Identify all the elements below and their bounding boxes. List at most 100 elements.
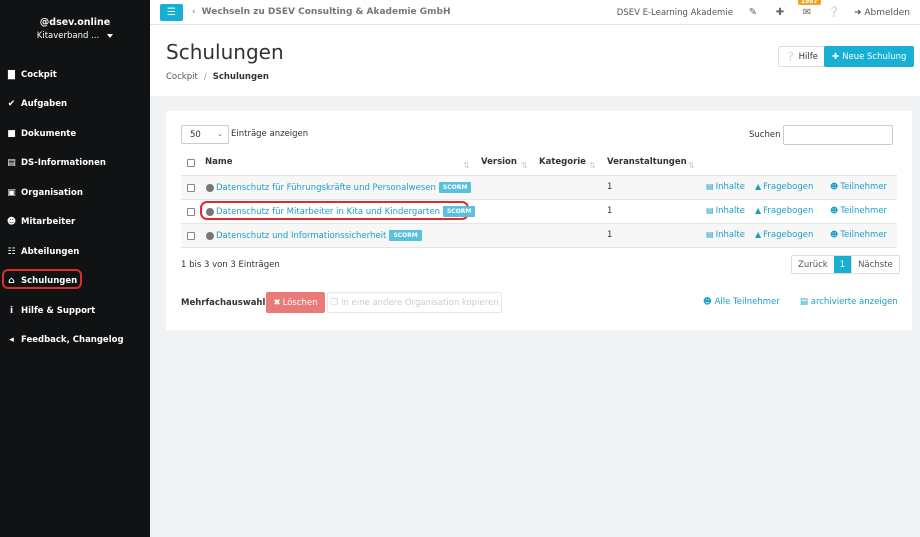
sidebar-item-hilfe-support[interactable]: i Hilfe & Support <box>0 296 150 326</box>
sidebar-item-dokumente[interactable]: ■ Dokumente <box>0 119 150 149</box>
topbar-right: DSEV E-Learning Akademie ✎ ✚ ✉ 1987 ❔ ➜ A… <box>617 0 910 25</box>
pagination-prev[interactable]: Zurück <box>792 256 834 273</box>
row-checkbox[interactable] <box>187 232 195 240</box>
chart-icon: ▇ <box>8 69 15 80</box>
sidebar-item-label: Aufgaben <box>21 99 68 110</box>
file-icon: ▤ <box>706 230 714 239</box>
chevron-down-icon: ⌄ <box>217 130 223 138</box>
sidebar-item-label: Cockpit <box>21 69 57 80</box>
training-name: Datenschutz für Mitarbeiter in Kita und … <box>216 207 440 217</box>
sidebar-item-label: Abteilungen <box>21 246 80 257</box>
column-header-kategorie[interactable]: Kategorie <box>539 157 586 167</box>
all-participants-link[interactable]: ☻ Alle Teilnehmer <box>703 297 780 307</box>
menu-toggle-button[interactable]: ☰ <box>160 3 183 21</box>
academy-label: DSEV E-Learning Akademie <box>616 7 733 18</box>
sidebar: @dsev.online Kitaverband ... ▇ Cockpit ✔… <box>0 0 150 537</box>
users-icon: ☻ <box>830 230 839 239</box>
edit-icon[interactable]: ✎ <box>746 6 760 20</box>
column-header-name[interactable]: Name <box>205 157 232 167</box>
graduation-icon: ▲ <box>755 230 762 239</box>
file-icon: ▤ <box>706 182 714 191</box>
users-icon: ☻ <box>6 217 17 228</box>
training-name: Datenschutz und Informationssicherheit <box>216 231 387 241</box>
row-checkbox[interactable] <box>187 184 195 192</box>
sidebar-item-schulungen[interactable]: ⌂ Schulungen <box>0 267 150 297</box>
plus-icon[interactable]: ✚ <box>773 6 787 20</box>
training-name: Datenschutz für Führungskräfte und Perso… <box>216 183 436 193</box>
topbar: ☰ ‹ Wechseln zu DSEV Consulting & Akademi… <box>150 0 920 25</box>
sidebar-item-label: DS-Informationen <box>21 158 106 169</box>
sidebar-item-ds-informationen[interactable]: ▤ DS-Informationen <box>0 149 150 179</box>
logout-button[interactable]: ➜ Abmelden <box>854 8 910 18</box>
pagination: Zurück 1 Nächste <box>791 255 900 274</box>
select-all-checkbox[interactable] <box>187 159 195 167</box>
questionnaire-label: Fragebogen <box>763 230 814 240</box>
participants-link[interactable]: ☻ Teilnehmer <box>830 182 887 192</box>
archived-link[interactable]: ▤ archivierte anzeigen <box>800 297 898 307</box>
sidebar-item-mitarbeiter[interactable]: ☻ Mitarbeiter <box>0 208 150 238</box>
pagination-next[interactable]: Nächste <box>851 256 899 273</box>
questionnaire-link[interactable]: ▲ Fragebogen <box>755 182 813 192</box>
all-participants-label: Alle Teilnehmer <box>714 297 780 307</box>
events-count: 1 <box>607 230 613 240</box>
breadcrumb-separator: / <box>203 72 207 82</box>
sidebar-item-label: Dokumente <box>21 128 77 139</box>
pagination-page-1[interactable]: 1 <box>833 256 852 273</box>
participants-link[interactable]: ☻ Teilnehmer <box>830 230 887 240</box>
sidebar-item-cockpit[interactable]: ▇ Cockpit <box>0 60 150 90</box>
breadcrumb-root[interactable]: Cockpit <box>166 72 198 82</box>
content-label: Inhalte <box>715 230 745 240</box>
column-header-veranstaltungen[interactable]: Veranstaltungen <box>607 157 687 167</box>
questionnaire-link[interactable]: ▲ Fragebogen <box>755 206 813 216</box>
logout-label: Abmelden <box>864 7 910 18</box>
page-header: Schulungen Cockpit / Schulungen ❔ Hilfe ✚ … <box>150 25 920 96</box>
caret-down-icon <box>107 34 114 38</box>
highlight-outline <box>2 268 82 289</box>
new-training-label: Neue Schulung <box>842 51 907 62</box>
sort-icon: ⇅ <box>589 161 596 170</box>
switch-org-link[interactable]: ‹ Wechseln zu DSEV Consulting & Akademie … <box>192 7 451 17</box>
events-count: 1 <box>607 206 613 216</box>
questionnaire-link[interactable]: ▲ Fragebogen <box>755 230 813 240</box>
document-icon: ▤ <box>7 158 16 169</box>
copy-icon: ❐ <box>330 297 338 308</box>
search-input[interactable] <box>783 125 893 145</box>
chevron-left-icon: ‹ <box>192 7 196 17</box>
tasks-icon: ✔ <box>7 99 16 110</box>
scorm-badge: SCORM <box>389 230 422 241</box>
org-name: Kitaverband ... <box>36 31 100 41</box>
participants-link[interactable]: ☻ Teilnehmer <box>830 206 887 216</box>
sidebar-item-feedback[interactable]: ◂ Feedback, Changelog <box>0 326 150 356</box>
help-button[interactable]: ❔ Hilfe <box>778 46 825 67</box>
help-icon[interactable]: ❔ <box>827 6 841 20</box>
sidebar-item-aufgaben[interactable]: ✔ Aufgaben <box>0 90 150 120</box>
archive-icon: ▤ <box>800 297 809 307</box>
sidebar-item-organisation[interactable]: ▣ Organisation <box>0 178 150 208</box>
delete-button[interactable]: ✖ Löschen <box>266 292 325 313</box>
questionnaire-label: Fragebogen <box>763 182 814 192</box>
events-count: 1 <box>607 182 613 192</box>
info-icon: i <box>9 305 14 316</box>
row-checkbox[interactable] <box>187 208 195 216</box>
user-info: @dsev.online Kitaverband ... <box>0 0 150 41</box>
sort-icon: ⇅ <box>463 161 470 170</box>
content-link[interactable]: ▤ Inhalte <box>706 206 745 216</box>
questionnaire-label: Fragebogen <box>763 206 814 216</box>
sidebar-item-abteilungen[interactable]: ☷ Abteilungen <box>0 237 150 267</box>
bulk-label: Mehrfachauswahl: <box>181 298 269 308</box>
training-link[interactable]: Datenschutz für Führungskräfte und Perso… <box>216 182 472 193</box>
copy-button[interactable]: ❐ In eine andere Organisation kopieren <box>327 292 502 313</box>
training-link[interactable]: Datenschutz für Mitarbeiter in Kita und … <box>216 206 476 217</box>
page-length-select[interactable]: 50 ⌄ <box>181 125 229 144</box>
user-name: @dsev.online <box>39 17 111 28</box>
table-row: Datenschutz für Führungskräfte und Perso… <box>181 176 897 200</box>
mail-icon[interactable]: ✉ 1987 <box>797 0 821 20</box>
org-switcher[interactable]: Kitaverband ... <box>0 31 150 41</box>
column-header-version[interactable]: Version <box>481 157 517 167</box>
new-training-button[interactable]: ✚ Neue Schulung <box>824 46 915 67</box>
training-link[interactable]: Datenschutz und Informationssicherheit SC… <box>216 230 422 241</box>
content-link[interactable]: ▤ Inhalte <box>706 230 745 240</box>
scorm-badge: SCORM <box>442 206 476 217</box>
status-dot <box>206 232 214 240</box>
content-link[interactable]: ▤ Inhalte <box>706 182 745 192</box>
